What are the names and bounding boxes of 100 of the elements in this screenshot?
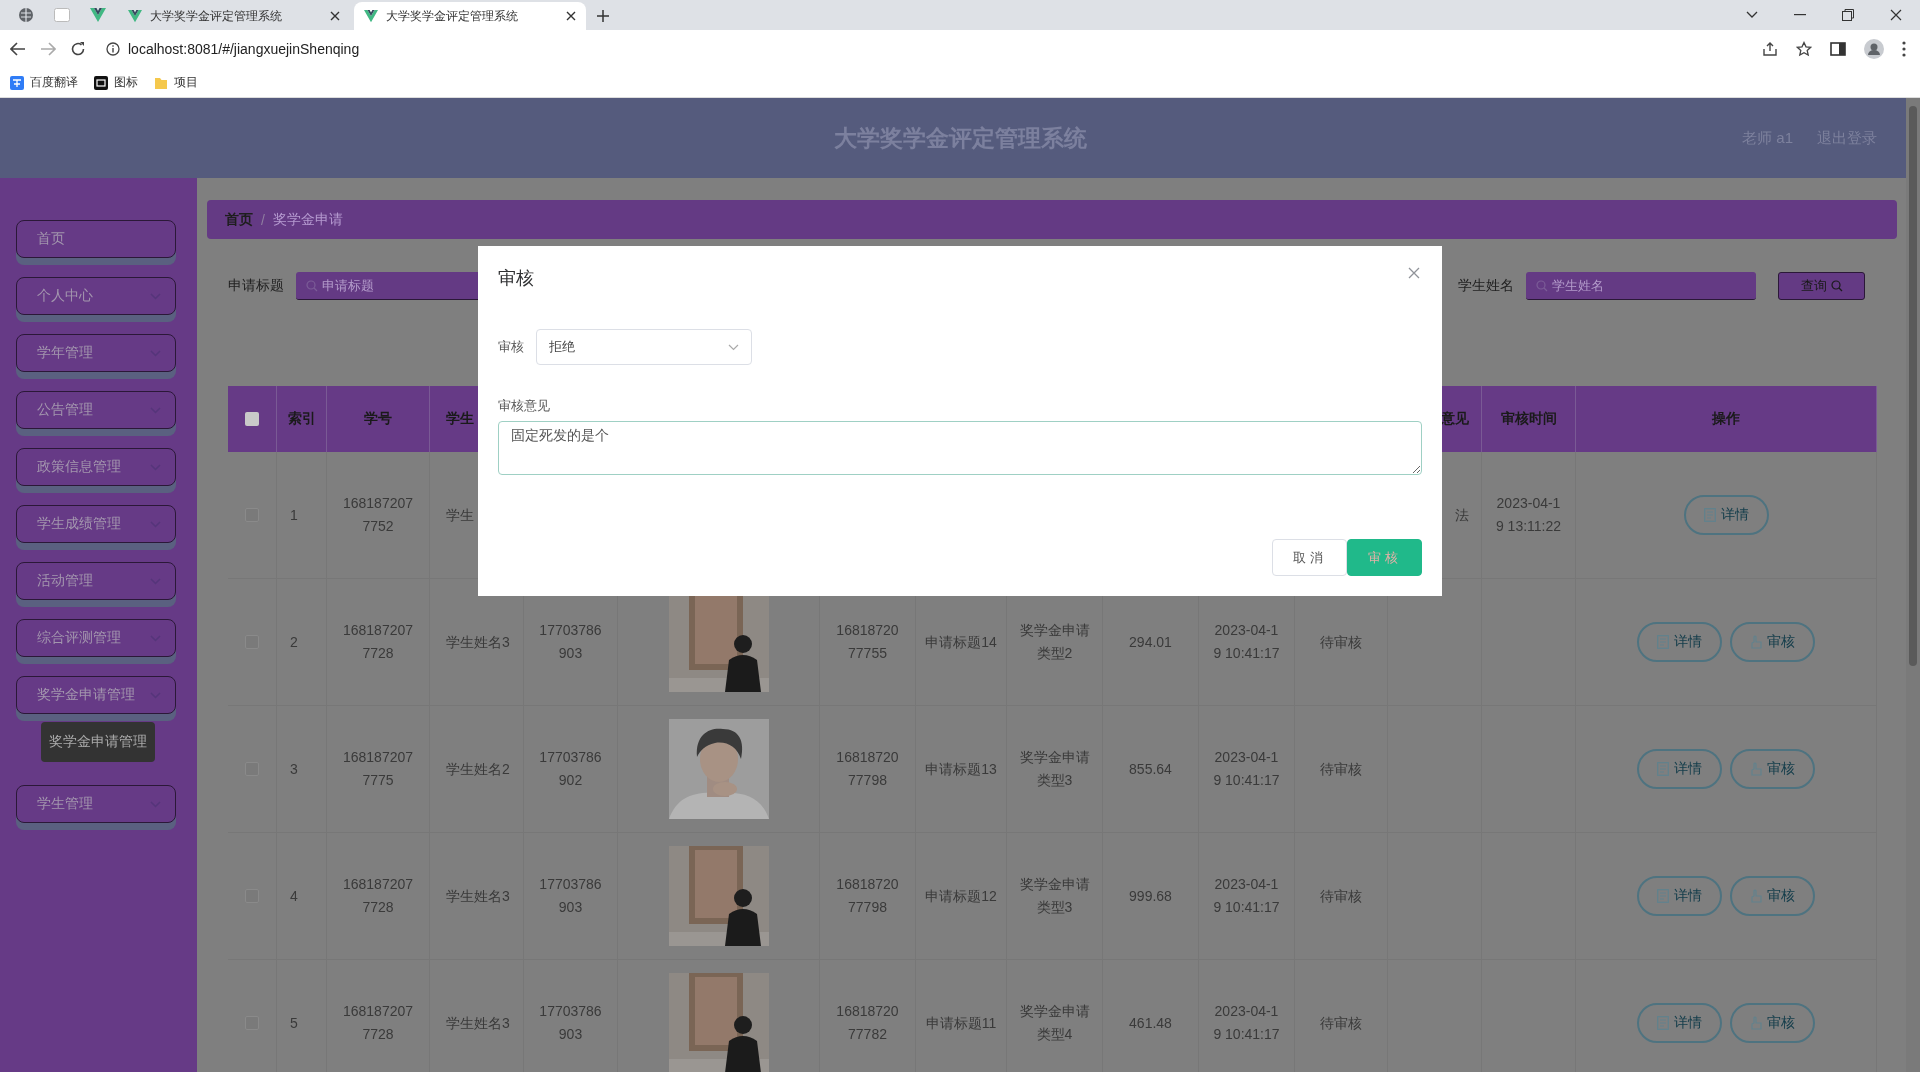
table-cell-text: 2023-04-19 10:41:17 bbox=[1212, 875, 1281, 917]
column-header: 学号 bbox=[327, 386, 430, 452]
search-field[interactable]: 学生姓名 bbox=[1526, 272, 1756, 300]
cancel-button[interactable]: 取消 bbox=[1272, 539, 1347, 576]
column-header: 审核时间 bbox=[1482, 386, 1576, 452]
reload-icon[interactable] bbox=[70, 41, 86, 57]
column-header: 操作 bbox=[1576, 386, 1877, 452]
table-cell-text: 294.01 bbox=[1129, 632, 1172, 652]
table-cell-text: 855.64 bbox=[1129, 759, 1172, 779]
profile-icon[interactable] bbox=[1864, 39, 1884, 59]
table-cell-text: 1681872077752 bbox=[342, 494, 414, 536]
document-icon bbox=[1703, 508, 1716, 522]
table-cell-text: 学生姓名2 bbox=[446, 759, 510, 779]
table-cell-text: 2023-04-19 10:41:17 bbox=[1212, 621, 1281, 663]
browser-tab[interactable]: 大学奖学金评定管理系统 bbox=[118, 2, 350, 30]
table-cell-text: 17703786903 bbox=[539, 1002, 602, 1044]
field-label: 学生姓名 bbox=[1458, 277, 1514, 295]
document-icon bbox=[1657, 1016, 1669, 1030]
table-cell-text: 奖学金申请类型3 bbox=[1019, 748, 1090, 790]
review-button[interactable]: 审核 bbox=[1730, 876, 1815, 916]
hand-icon bbox=[1750, 635, 1762, 649]
globe-icon[interactable] bbox=[18, 7, 34, 23]
review-button[interactable]: 审核 bbox=[1730, 1003, 1815, 1043]
detail-button[interactable]: 详情 bbox=[1637, 1003, 1722, 1043]
close-icon[interactable] bbox=[1890, 9, 1902, 21]
table-cell-text: 1681872077798 bbox=[836, 748, 899, 790]
table-cell-text: 奖学金申请类型3 bbox=[1019, 875, 1090, 917]
document-icon bbox=[1657, 762, 1669, 776]
table-cell-text: 学生姓名3 bbox=[446, 1013, 510, 1033]
bookmark[interactable]: 图标 bbox=[94, 74, 138, 91]
minimize-icon[interactable] bbox=[1794, 14, 1806, 16]
breadcrumb-separator: / bbox=[261, 211, 265, 228]
table-cell-text: 待审核 bbox=[1320, 632, 1362, 652]
table-cell-text: 申请标题13 bbox=[925, 759, 997, 779]
table-cell-text: 2023-04-19 13:11:22 bbox=[1494, 494, 1563, 536]
bookmark[interactable]: 项目 bbox=[154, 74, 198, 91]
detail-button[interactable]: 详情 bbox=[1637, 876, 1722, 916]
column-header: 索引 bbox=[277, 386, 327, 452]
app-icon bbox=[94, 75, 108, 90]
bookmark[interactable]: 百度翻译 bbox=[10, 74, 78, 91]
table-cell-text: 3 bbox=[290, 759, 298, 779]
table-cell-text: 1681872077782 bbox=[836, 1002, 899, 1044]
table-cell-text: 待审核 bbox=[1320, 886, 1362, 906]
table-cell-text: 申请标题12 bbox=[925, 886, 997, 906]
table-cell-text: 2 bbox=[290, 632, 298, 652]
scrollbar[interactable] bbox=[1906, 98, 1920, 1072]
back-arrow-icon[interactable] bbox=[10, 42, 26, 56]
detail-button[interactable]: 详情 bbox=[1637, 749, 1722, 789]
scrollbar-thumb[interactable] bbox=[1909, 106, 1917, 666]
detail-button[interactable]: 详情 bbox=[1683, 495, 1769, 535]
close-icon[interactable] bbox=[566, 11, 576, 21]
table-cell-text: 461.48 bbox=[1129, 1013, 1172, 1033]
star-icon[interactable] bbox=[1796, 41, 1812, 57]
restore-icon[interactable] bbox=[1842, 9, 1854, 21]
table-cell-text: 奖学金申请类型2 bbox=[1019, 621, 1090, 663]
table-cell-text: 申请标题11 bbox=[925, 1013, 997, 1033]
table-cell-text: 待审核 bbox=[1320, 1013, 1362, 1033]
sidebar-icon[interactable] bbox=[1830, 42, 1846, 56]
submenu-popup[interactable]: 奖学金申请管理 bbox=[41, 722, 155, 762]
hand-icon bbox=[1750, 762, 1762, 776]
select-field[interactable]: 拒绝 bbox=[536, 329, 752, 365]
table-cell-text: 法 bbox=[1455, 505, 1469, 525]
chevron-down-icon[interactable] bbox=[1746, 11, 1758, 19]
share-icon[interactable] bbox=[1762, 41, 1778, 57]
comment-field[interactable]: 固定死发的是个 bbox=[498, 421, 1422, 475]
folder-icon bbox=[154, 75, 168, 90]
breadcrumb-item: 奖学金申请 bbox=[272, 210, 343, 229]
close-icon[interactable] bbox=[330, 11, 340, 21]
table-cell-text: 17703786902 bbox=[539, 748, 602, 790]
more-icon[interactable] bbox=[1902, 41, 1906, 57]
vue-logo-icon[interactable] bbox=[90, 7, 106, 23]
plus-icon[interactable] bbox=[596, 9, 610, 23]
vue-logo-icon bbox=[128, 9, 142, 23]
chevron-down-icon bbox=[728, 343, 739, 351]
hand-icon bbox=[1750, 1016, 1762, 1030]
table-cell-text: 1 bbox=[290, 505, 298, 525]
review-button[interactable]: 审核 bbox=[1730, 749, 1815, 789]
table-cell-text: 17703786903 bbox=[539, 875, 602, 917]
browser-tab[interactable]: 大学奖学金评定管理系统 bbox=[354, 2, 586, 30]
table-cell-text: 17703786903 bbox=[539, 621, 602, 663]
table-cell-text: 学生姓名3 bbox=[446, 886, 510, 906]
field-label: 申请标题 bbox=[228, 277, 284, 295]
table-cell-text: 待审核 bbox=[1320, 759, 1362, 779]
table-cell-text: 1681872077798 bbox=[836, 875, 899, 917]
table-cell-text: 学生 bbox=[446, 505, 474, 525]
breadcrumb-item[interactable]: 首页 bbox=[225, 210, 253, 229]
document-icon bbox=[1657, 635, 1669, 649]
review-button[interactable]: 审核 bbox=[1730, 622, 1815, 662]
table-cell-text: 999.68 bbox=[1129, 886, 1172, 906]
document-icon bbox=[1657, 889, 1669, 903]
table-cell-text: 5 bbox=[290, 1013, 298, 1033]
search-button[interactable]: 查询 bbox=[1778, 272, 1865, 300]
detail-button[interactable]: 详情 bbox=[1637, 622, 1722, 662]
hand-icon bbox=[1750, 889, 1762, 903]
field-label: 审核 bbox=[498, 338, 524, 356]
table-cell-text: 奖学金申请类型4 bbox=[1019, 1002, 1090, 1044]
checkbox[interactable] bbox=[245, 412, 259, 426]
translate-icon bbox=[10, 75, 24, 90]
table-cell-text: 1681872077755 bbox=[836, 621, 899, 663]
info-icon[interactable] bbox=[106, 42, 120, 56]
